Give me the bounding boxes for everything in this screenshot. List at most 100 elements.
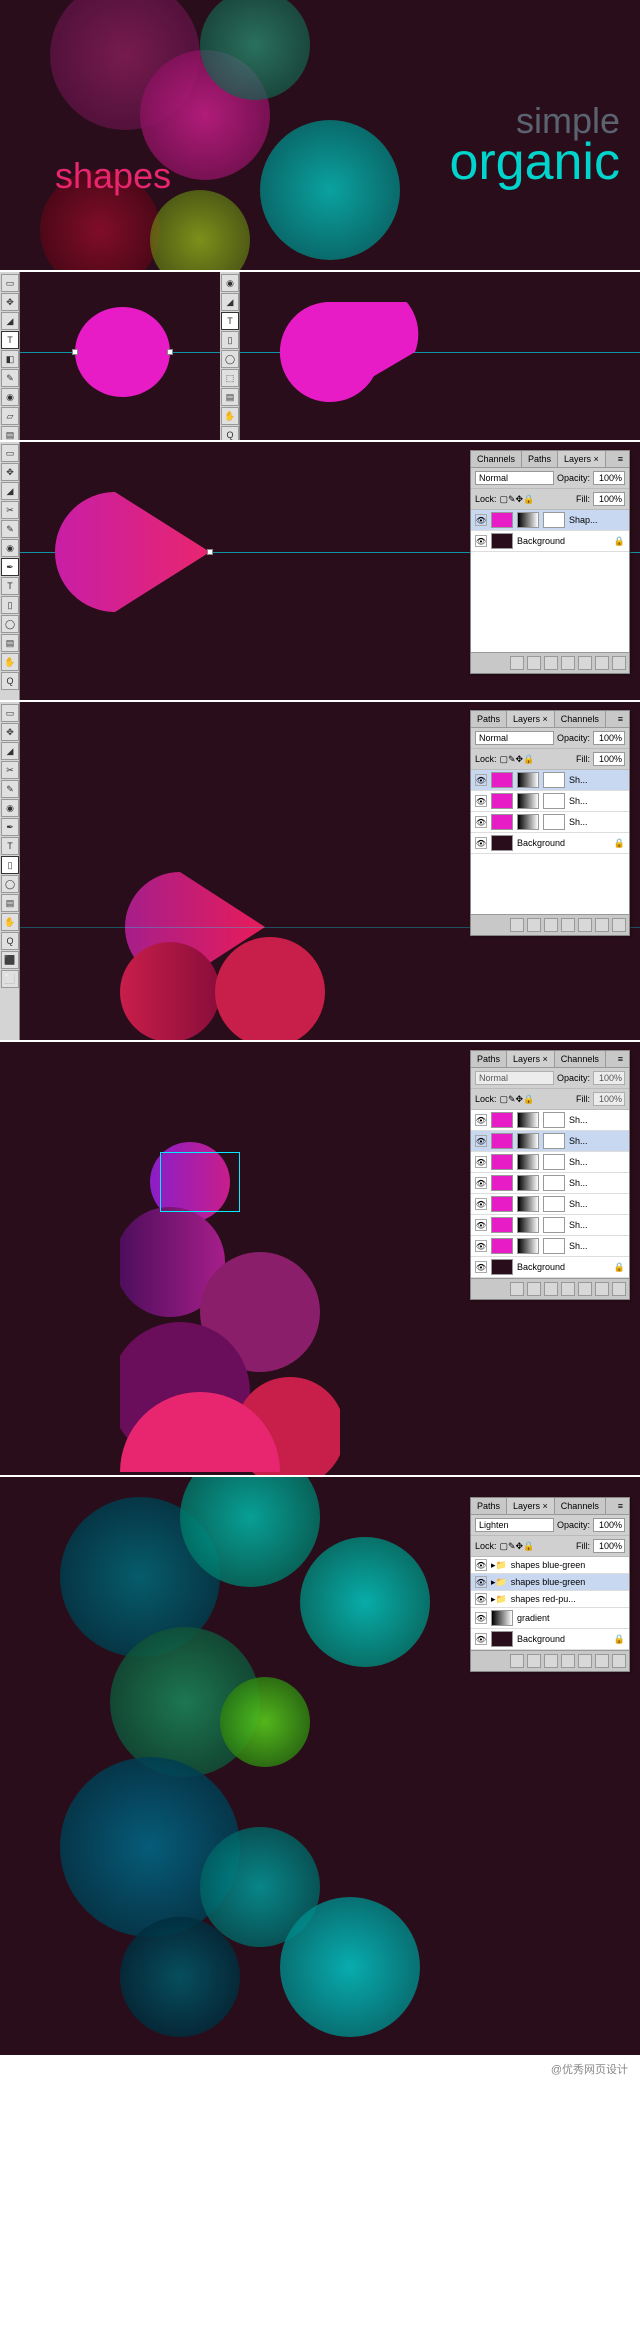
- link-icon[interactable]: [510, 656, 524, 670]
- tool-brush-icon[interactable]: ✎: [1, 369, 19, 387]
- tool-icon[interactable]: ◯: [1, 615, 19, 633]
- fill-input[interactable]: 100%: [593, 492, 625, 506]
- visibility-icon[interactable]: 👁: [475, 816, 487, 828]
- lock-icons[interactable]: ▢✎✥🔒: [500, 1094, 535, 1105]
- adjust-icon[interactable]: [578, 1282, 592, 1296]
- canvas-1a[interactable]: [20, 272, 220, 440]
- tab-layers[interactable]: Layers ×: [507, 1051, 555, 1067]
- tab-layers[interactable]: Layers ×: [507, 1498, 555, 1514]
- layer-row[interactable]: 👁▸📁shapes blue-green: [471, 1557, 629, 1574]
- visibility-icon[interactable]: 👁: [475, 795, 487, 807]
- folder-icon[interactable]: [561, 1282, 575, 1296]
- trash-icon[interactable]: [612, 1282, 626, 1296]
- fill-input[interactable]: 100%: [593, 1539, 625, 1553]
- tab-paths[interactable]: Paths: [471, 1498, 507, 1514]
- tool-rect-icon[interactable]: ⬚: [221, 369, 239, 387]
- blend-mode-select[interactable]: Normal: [475, 731, 554, 745]
- tool-icon[interactable]: ✂: [1, 761, 19, 779]
- visibility-icon[interactable]: 👁: [475, 1114, 487, 1126]
- fx-icon[interactable]: [527, 918, 541, 932]
- new-icon[interactable]: [595, 1282, 609, 1296]
- fx-icon[interactable]: [527, 1282, 541, 1296]
- tab-layers[interactable]: Layers ×: [558, 451, 606, 467]
- panel-menu-icon[interactable]: ≡: [612, 1498, 629, 1514]
- transform-bbox[interactable]: [160, 1152, 240, 1212]
- tool-icon[interactable]: T: [1, 837, 19, 855]
- adjust-icon[interactable]: [578, 918, 592, 932]
- tool-icon[interactable]: ◉: [1, 799, 19, 817]
- tool-icon[interactable]: ▤: [1, 634, 19, 652]
- tab-paths[interactable]: Paths: [471, 711, 507, 727]
- new-icon[interactable]: [595, 656, 609, 670]
- tool-pen-icon[interactable]: ◢: [221, 293, 239, 311]
- tool-shape-icon[interactable]: ◉: [1, 388, 19, 406]
- tool-lasso-icon[interactable]: ◢: [1, 312, 19, 330]
- visibility-icon[interactable]: 👁: [475, 1135, 487, 1147]
- tool-ellipse-icon[interactable]: ◯: [221, 350, 239, 368]
- canvas-1b[interactable]: [240, 272, 640, 440]
- layer-row[interactable]: 👁Sh...: [471, 1173, 629, 1194]
- layer-row[interactable]: 👁Sh...: [471, 1194, 629, 1215]
- tool-icon[interactable]: ◢: [1, 742, 19, 760]
- lock-icons[interactable]: ▢✎✥🔒: [500, 494, 535, 505]
- tool-eye-icon[interactable]: ◉: [221, 274, 239, 292]
- tool-icon[interactable]: ✋: [1, 653, 19, 671]
- folder-icon[interactable]: ▸📁: [491, 1577, 507, 1588]
- new-icon[interactable]: [595, 918, 609, 932]
- tool-zoom-icon[interactable]: Q: [221, 426, 239, 440]
- adjust-icon[interactable]: [578, 656, 592, 670]
- tool-icon[interactable]: ◯: [1, 875, 19, 893]
- tool-crop-icon[interactable]: ◧: [1, 350, 19, 368]
- blend-mode-select[interactable]: Normal: [475, 471, 554, 485]
- visibility-icon[interactable]: 👁: [475, 1219, 487, 1231]
- tool-icon[interactable]: ▯: [1, 596, 19, 614]
- folder-icon[interactable]: [561, 918, 575, 932]
- tool-icon[interactable]: Q: [1, 932, 19, 950]
- tab-channels[interactable]: Channels: [555, 711, 606, 727]
- blend-mode-select[interactable]: Lighten: [475, 1518, 554, 1532]
- mask-icon[interactable]: [544, 918, 558, 932]
- visibility-icon[interactable]: 👁: [475, 1240, 487, 1252]
- tool-icon[interactable]: ✥: [1, 723, 19, 741]
- visibility-icon[interactable]: 👁: [475, 514, 487, 526]
- tool-icon[interactable]: ⬜: [1, 970, 19, 988]
- fill-input[interactable]: 100%: [593, 752, 625, 766]
- tool-type2-icon[interactable]: T: [221, 312, 239, 330]
- visibility-icon[interactable]: 👁: [475, 535, 487, 547]
- adjust-icon[interactable]: [578, 1654, 592, 1668]
- visibility-icon[interactable]: 👁: [475, 1559, 487, 1571]
- layer-row[interactable]: 👁Sh...: [471, 1110, 629, 1131]
- layer-row[interactable]: 👁Sh...: [471, 770, 629, 791]
- new-icon[interactable]: [595, 1654, 609, 1668]
- layer-row[interactable]: 👁Sh...: [471, 791, 629, 812]
- lock-icons[interactable]: ▢✎✥🔒: [500, 754, 535, 765]
- tab-channels[interactable]: Channels: [555, 1051, 606, 1067]
- fx-icon[interactable]: [527, 1654, 541, 1668]
- layer-row[interactable]: 👁Sh...: [471, 1236, 629, 1257]
- tool-path-icon[interactable]: ▯: [221, 331, 239, 349]
- canvas-5[interactable]: Paths Layers × Channels ≡ LightenOpacity…: [0, 1477, 640, 2055]
- visibility-icon[interactable]: 👁: [475, 1198, 487, 1210]
- canvas-2[interactable]: Channels Paths Layers × ≡ Normal Opacity…: [20, 442, 640, 700]
- opacity-input[interactable]: 100%: [593, 471, 625, 485]
- layer-row[interactable]: 👁▸📁shapes red-pu...: [471, 1591, 629, 1608]
- layer-row[interactable]: 👁Sh...: [471, 1131, 629, 1152]
- folder-icon[interactable]: [561, 656, 575, 670]
- tool-icon[interactable]: ✥: [1, 463, 19, 481]
- opacity-input[interactable]: 100%: [593, 1071, 625, 1085]
- tab-channels[interactable]: Channels: [555, 1498, 606, 1514]
- tool-icon[interactable]: ✋: [1, 913, 19, 931]
- layer-row[interactable]: 👁Background🔒: [471, 1257, 629, 1278]
- folder-icon[interactable]: ▸📁: [491, 1560, 507, 1571]
- tool-icon[interactable]: ◉: [1, 539, 19, 557]
- fill-input[interactable]: 100%: [593, 1092, 625, 1106]
- mask-icon[interactable]: [544, 656, 558, 670]
- layer-row[interactable]: 👁Sh...: [471, 1215, 629, 1236]
- tab-paths[interactable]: Paths: [471, 1051, 507, 1067]
- tool-grad-icon[interactable]: ▤: [1, 426, 19, 440]
- tool-icon[interactable]: ▭: [1, 444, 19, 462]
- tool-icon[interactable]: ⬛: [1, 951, 19, 969]
- tool-icon[interactable]: ✒: [1, 818, 19, 836]
- folder-icon[interactable]: ▸📁: [491, 1594, 507, 1605]
- tool-hand-icon[interactable]: ✋: [221, 407, 239, 425]
